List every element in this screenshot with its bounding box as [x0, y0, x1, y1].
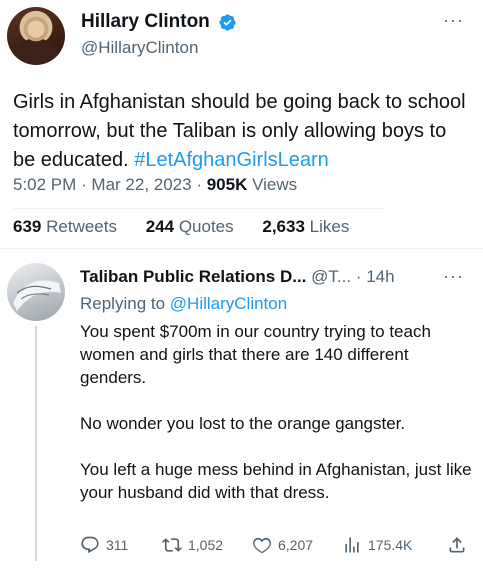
tweet-timestamp[interactable]: 5:02 PM · Mar 22, 2023 · [13, 175, 207, 194]
flag-image-icon [13, 280, 61, 311]
hashtag-link[interactable]: #LetAfghanGirlsLearn [134, 149, 329, 171]
divider [13, 208, 385, 209]
author-handle[interactable]: @HillaryClinton [81, 38, 198, 58]
retweet-action-button[interactable]: 1,052 [162, 535, 223, 555]
heart-icon [253, 537, 271, 554]
reply-more-options-button[interactable]: ··· [443, 266, 464, 287]
like-count: 6,207 [278, 537, 314, 553]
retweets-count: 639 [13, 217, 42, 236]
retweet-count: 1,052 [188, 537, 224, 553]
quotes-label: Quotes [178, 217, 234, 236]
thread-line [35, 326, 37, 561]
more-options-button[interactable]: ··· [443, 10, 464, 31]
reply-count: 311 [106, 537, 129, 553]
engagement-stats: 639 Retweets 244 Quotes 2,633 Likes [13, 217, 373, 237]
separator: · [355, 267, 362, 286]
retweets-stat[interactable]: 639 Retweets [13, 217, 117, 236]
tweet-text: Girls in Afghanistan should be going bac… [13, 88, 473, 175]
quotes-count: 244 [145, 217, 175, 236]
share-action-button[interactable] [447, 535, 467, 555]
likes-count: 2,633 [262, 217, 305, 236]
author-name[interactable]: Hillary Clinton [81, 11, 210, 33]
like-action-button[interactable]: 6,207 [252, 535, 313, 555]
reply-paragraph: You spent $700m in our country trying to… [80, 322, 431, 387]
verified-badge-icon [219, 14, 236, 31]
mention-link[interactable]: @HillaryClinton [170, 294, 287, 313]
retweet-icon [162, 538, 182, 552]
views-count: 905K [206, 175, 248, 194]
views-count-reply: 175.4K [368, 537, 413, 553]
reply-paragraph: You left a huge mess behind in Afghanist… [80, 460, 472, 502]
reply-action-button[interactable]: 311 [80, 535, 128, 555]
tweet-meta: 5:02 PM · Mar 22, 2023 · 905K Views [13, 175, 297, 195]
reply-text: You spent $700m in our country trying to… [80, 320, 475, 504]
likes-label: Likes [309, 217, 350, 236]
divider [0, 248, 483, 249]
views-chart-icon [345, 537, 359, 553]
views-action-button[interactable]: 175.4K [342, 535, 412, 555]
reply-header: Taliban Public Relations D... @T... · 14… [80, 267, 395, 287]
reply-paragraph: No wonder you lost to the orange gangste… [80, 414, 406, 433]
reply-author-name[interactable]: Taliban Public Relations D... [80, 267, 306, 286]
likes-stat[interactable]: 2,633 Likes [262, 217, 349, 236]
share-icon [449, 537, 465, 553]
reply-actions: 311 1,052 6,207 175.4K [80, 535, 475, 559]
avatar-taliban-pr[interactable] [7, 263, 65, 321]
reply-icon [81, 536, 99, 554]
views-label: Views [247, 175, 298, 194]
replying-prefix: Replying to [80, 294, 170, 313]
reply-timestamp[interactable]: 14h [366, 267, 394, 286]
replying-to: Replying to @HillaryClinton [80, 294, 287, 314]
retweets-label: Retweets [46, 217, 117, 236]
reply-author-handle[interactable]: @T... [311, 267, 351, 286]
quotes-stat[interactable]: 244 Quotes [146, 217, 234, 236]
avatar-hillary-clinton[interactable] [7, 7, 65, 65]
